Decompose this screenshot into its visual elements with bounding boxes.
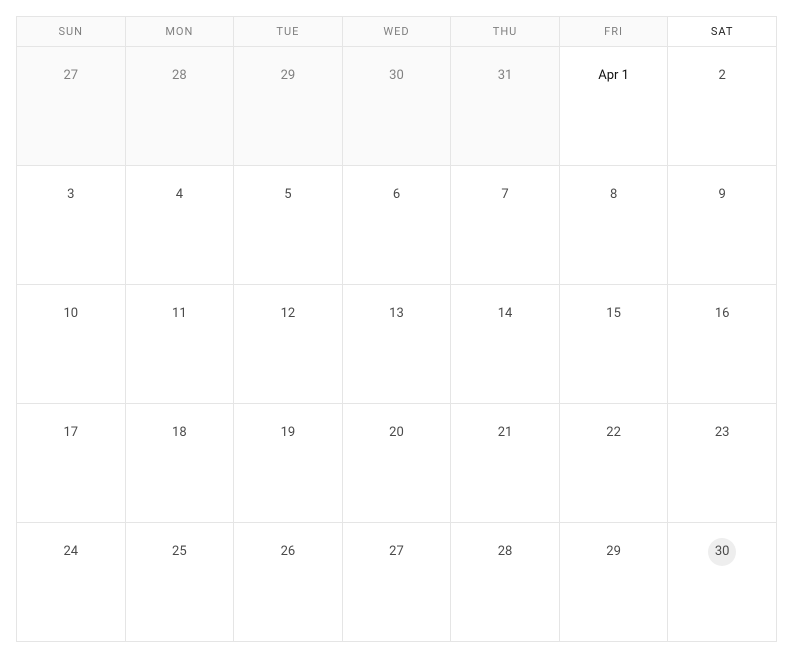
calendar-day-cell[interactable]: 17 <box>17 404 126 523</box>
calendar-day-cell[interactable]: 13 <box>342 285 451 404</box>
calendar-day-cell[interactable]: 31 <box>451 47 560 166</box>
weekday-header: TUE <box>234 17 343 47</box>
calendar-week-row: 17 18 19 20 21 22 23 <box>17 404 777 523</box>
calendar-day-number: 2 <box>708 62 736 90</box>
calendar-day-cell[interactable]: 20 <box>342 404 451 523</box>
calendar-day-number: 13 <box>382 300 410 328</box>
calendar-day-number: 29 <box>600 538 628 566</box>
calendar-day-cell[interactable]: 9 <box>668 166 777 285</box>
calendar-day-number: 19 <box>274 419 302 447</box>
calendar-day-number: 3 <box>57 181 85 209</box>
calendar-day-number: 30 <box>382 62 410 90</box>
calendar-day-cell[interactable]: 7 <box>451 166 560 285</box>
calendar-day-number: 25 <box>165 538 193 566</box>
calendar-day-cell[interactable]: 24 <box>17 523 126 642</box>
calendar-day-number: 4 <box>165 181 193 209</box>
calendar-day-cell[interactable]: 11 <box>125 285 234 404</box>
calendar-day-cell[interactable]: 29 <box>559 523 668 642</box>
weekday-header: THU <box>451 17 560 47</box>
calendar-month-grid: SUNMONTUEWEDTHUFRISAT 2728293031Apr 1234… <box>16 16 777 642</box>
calendar-day-number: 31 <box>491 62 519 90</box>
calendar-day-cell[interactable]: 15 <box>559 285 668 404</box>
calendar-day-cell[interactable]: 18 <box>125 404 234 523</box>
calendar-day-cell[interactable]: 19 <box>234 404 343 523</box>
calendar-day-cell[interactable]: 28 <box>451 523 560 642</box>
calendar-day-number: 17 <box>57 419 85 447</box>
calendar-day-cell[interactable]: Apr 1 <box>559 47 668 166</box>
calendar-day-number: 26 <box>274 538 302 566</box>
calendar-week-row: 27 28 29 30 31 Apr 1 2 <box>17 47 777 166</box>
calendar-day-number: 28 <box>165 62 193 90</box>
calendar-day-number: 12 <box>274 300 302 328</box>
calendar-day-cell[interactable]: 6 <box>342 166 451 285</box>
calendar-day-number: 6 <box>382 181 410 209</box>
calendar-day-number: 10 <box>57 300 85 328</box>
calendar-day-number: 21 <box>491 419 519 447</box>
calendar-day-number: 29 <box>274 62 302 90</box>
calendar-day-cell[interactable]: 30 <box>668 523 777 642</box>
calendar-day-number: 28 <box>491 538 519 566</box>
calendar-day-cell[interactable]: 21 <box>451 404 560 523</box>
calendar-day-cell[interactable]: 16 <box>668 285 777 404</box>
calendar-day-number: 14 <box>491 300 519 328</box>
calendar-week-row: 10 11 12 13 14 15 16 <box>17 285 777 404</box>
calendar-day-cell[interactable]: 28 <box>125 47 234 166</box>
weekday-header: FRI <box>559 17 668 47</box>
calendar-day-cell[interactable]: 8 <box>559 166 668 285</box>
calendar-day-cell[interactable]: 30 <box>342 47 451 166</box>
calendar-day-cell[interactable]: 25 <box>125 523 234 642</box>
calendar-day-number: Apr 1 <box>598 62 629 90</box>
calendar-day-number: 15 <box>600 300 628 328</box>
calendar-header-row: SUNMONTUEWEDTHUFRISAT <box>17 17 777 47</box>
calendar-day-number: 23 <box>708 419 736 447</box>
calendar-day-number: 20 <box>382 419 410 447</box>
calendar-week-row: 24 25 26 27 28 29 30 <box>17 523 777 642</box>
calendar-day-cell[interactable]: 4 <box>125 166 234 285</box>
weekday-header: SAT <box>668 17 777 47</box>
calendar-day-number: 7 <box>491 181 519 209</box>
calendar-day-number: 11 <box>165 300 193 328</box>
calendar-week-row: 3 4 5 6 7 8 9 <box>17 166 777 285</box>
calendar-day-cell[interactable]: 12 <box>234 285 343 404</box>
calendar-day-cell[interactable]: 27 <box>17 47 126 166</box>
weekday-header: SUN <box>17 17 126 47</box>
calendar-day-cell[interactable]: 3 <box>17 166 126 285</box>
calendar-day-cell[interactable]: 23 <box>668 404 777 523</box>
calendar-day-number: 8 <box>600 181 628 209</box>
calendar-day-number: 30 <box>708 538 736 566</box>
calendar-day-number: 27 <box>57 62 85 90</box>
calendar-day-number: 16 <box>708 300 736 328</box>
calendar-day-cell[interactable]: 14 <box>451 285 560 404</box>
calendar-day-cell[interactable]: 22 <box>559 404 668 523</box>
weekday-header: WED <box>342 17 451 47</box>
calendar-day-cell[interactable]: 5 <box>234 166 343 285</box>
calendar-day-number: 27 <box>382 538 410 566</box>
calendar-body: 2728293031Apr 12345678910111213141516171… <box>17 47 777 642</box>
calendar-day-cell[interactable]: 10 <box>17 285 126 404</box>
calendar-day-cell[interactable]: 27 <box>342 523 451 642</box>
calendar-day-cell[interactable]: 26 <box>234 523 343 642</box>
weekday-header: MON <box>125 17 234 47</box>
calendar-day-number: 18 <box>165 419 193 447</box>
calendar-day-cell[interactable]: 29 <box>234 47 343 166</box>
calendar-day-number: 22 <box>600 419 628 447</box>
calendar-day-number: 24 <box>57 538 85 566</box>
calendar-day-number: 5 <box>274 181 302 209</box>
calendar-day-number: 9 <box>708 181 736 209</box>
calendar-day-cell[interactable]: 2 <box>668 47 777 166</box>
